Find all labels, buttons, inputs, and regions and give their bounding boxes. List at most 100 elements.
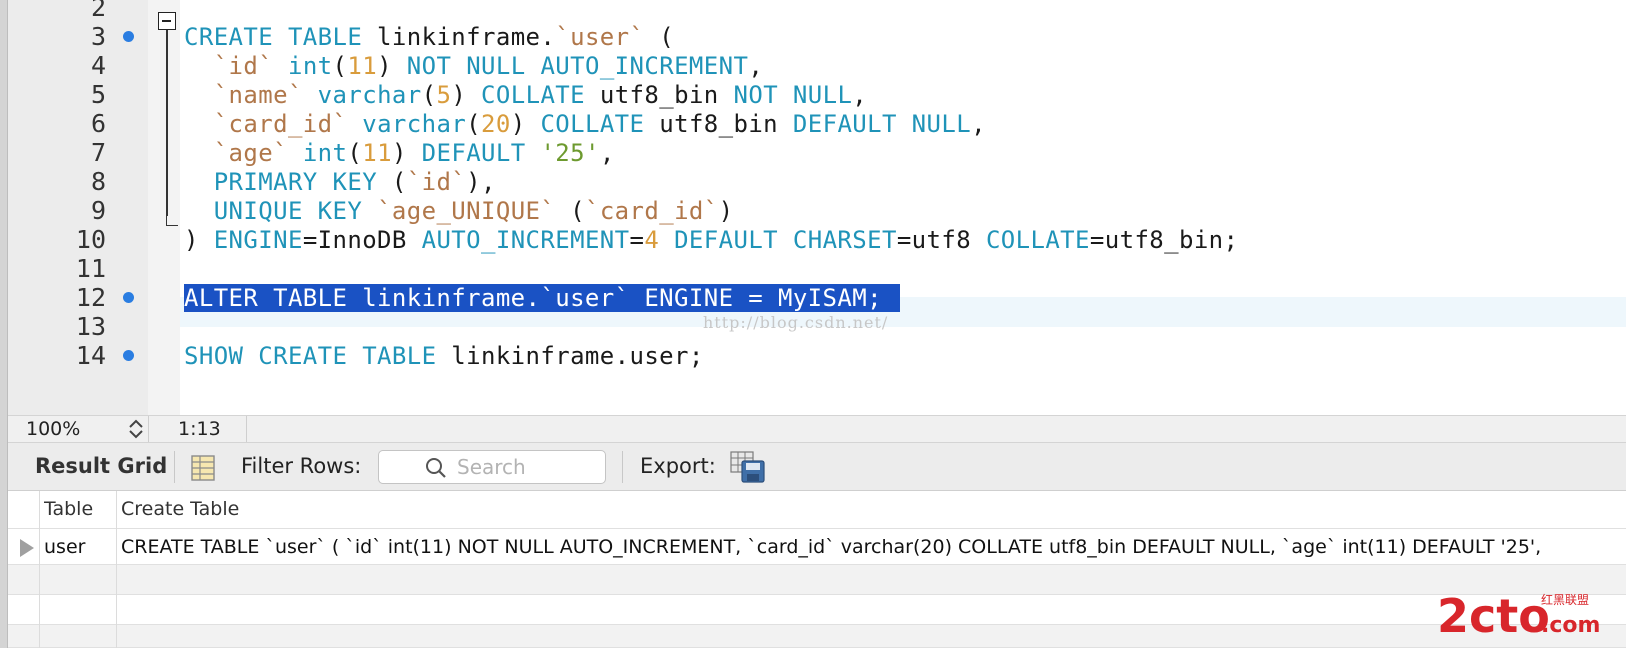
- line-number: 7: [90, 138, 106, 167]
- cell-create-table[interactable]: CREATE TABLE `user` ( `id` int(11) NOT N…: [121, 529, 1626, 565]
- sql-keyword: DEFAULT CHARSET: [674, 226, 897, 254]
- code-line[interactable]: 10) ENGINE=InnoDB AUTO_INCREMENT=4 DEFAU…: [8, 225, 1626, 255]
- code-token: linkinframe.user;: [436, 342, 704, 370]
- code-token: ),: [466, 168, 496, 196]
- line-number: 13: [75, 312, 106, 341]
- code-token: `user`: [555, 23, 645, 51]
- code-line[interactable]: 5 `name` varchar(5) COLLATE utf8_bin NOT…: [8, 80, 1626, 110]
- code-token: (: [644, 23, 675, 51]
- grid-layout-icon[interactable]: [191, 455, 215, 481]
- line-number: 8: [90, 167, 106, 196]
- breakpoint-marker-icon[interactable]: [123, 350, 134, 361]
- code-token: ,: [852, 81, 868, 109]
- result-toolbar: Result Grid Filter Rows: Export:: [8, 443, 1626, 491]
- code-text: CREATE TABLE linkinframe.`user` (: [184, 22, 674, 52]
- code-line[interactable]: 3 CREATE TABLE linkinframe.`user` (: [8, 22, 1626, 52]
- cell-table-name[interactable]: user: [44, 529, 116, 565]
- sql-editor[interactable]: 2 3 CREATE TABLE linkinframe.`user` (4 `id…: [8, 0, 1626, 415]
- toolbar-divider: [622, 451, 623, 483]
- site-logo: 2cto 红黑联盟 .com: [1437, 582, 1626, 643]
- fold-range-end: [166, 216, 178, 226]
- filter-search-input[interactable]: [457, 454, 597, 480]
- code-line[interactable]: 8 PRIMARY KEY (`id`),: [8, 167, 1626, 197]
- code-text: ) ENGINE=InnoDB AUTO_INCREMENT=4 DEFAULT…: [184, 225, 1238, 255]
- code-token: (: [347, 139, 363, 167]
- code-token: ,: [748, 52, 764, 80]
- code-token: (: [377, 168, 407, 196]
- sql-keyword: NOT NULL: [733, 81, 853, 109]
- logo-suffix: .com: [1541, 613, 1600, 638]
- code-token: linkinframe.: [362, 23, 556, 51]
- code-line[interactable]: 4 `id` int(11) NOT NULL AUTO_INCREMENT,: [8, 51, 1626, 81]
- sql-keyword: CREATE TABLE: [184, 23, 363, 51]
- fold-collapse-icon[interactable]: [158, 12, 176, 30]
- result-grid-tab[interactable]: Result Grid: [35, 454, 167, 478]
- code-token: `name`: [213, 81, 303, 109]
- status-divider: [246, 416, 247, 442]
- code-token: =InnoDB: [302, 226, 422, 254]
- code-token: ,: [971, 110, 986, 138]
- code-token: 11: [347, 52, 378, 80]
- code-token: (: [421, 81, 437, 109]
- logo-mark: 2cto: [1437, 589, 1550, 642]
- code-text: `age` int(11) DEFAULT '25',: [184, 138, 615, 168]
- zoom-level: 100%: [26, 418, 81, 440]
- code-line[interactable]: 2: [8, 0, 1626, 23]
- breakpoint-marker-icon[interactable]: [123, 31, 134, 42]
- code-line[interactable]: 7 `age` int(11) DEFAULT '25',: [8, 138, 1626, 168]
- sql-keyword: varchar: [362, 110, 467, 138]
- code-text: `name` varchar(5) COLLATE utf8_bin NOT N…: [184, 80, 867, 110]
- code-text: PRIMARY KEY (`id`),: [184, 167, 496, 197]
- filter-search-box[interactable]: [378, 450, 606, 484]
- export-label: Export:: [640, 454, 716, 478]
- code-token: 20: [481, 110, 511, 138]
- line-number: 11: [75, 254, 106, 283]
- code-token: 5: [436, 81, 452, 109]
- code-line[interactable]: 11: [8, 254, 1626, 284]
- breakpoint-marker-icon[interactable]: [123, 292, 134, 303]
- sql-keyword: COLLATE: [481, 81, 585, 109]
- code-token: utf8_bin: [585, 81, 734, 109]
- result-grid[interactable]: Table Create Table user CREATE TABLE `us…: [8, 491, 1626, 648]
- code-token: `id`: [406, 168, 467, 196]
- cursor-position: 1:13: [178, 418, 221, 440]
- code-token: ): [184, 226, 214, 254]
- code-token: `id`: [213, 52, 274, 80]
- column-divider: [116, 491, 117, 648]
- status-divider: [148, 416, 149, 442]
- code-text: ALTER TABLE linkinframe.`user` ENGINE = …: [184, 283, 900, 313]
- code-token: =utf8: [896, 226, 986, 254]
- code-token: (: [555, 197, 585, 225]
- sql-keyword: DEFAULT: [421, 139, 526, 167]
- zoom-stepper-icon[interactable]: [126, 417, 146, 441]
- line-number: 4: [90, 51, 106, 80]
- sql-keyword: AUTO_INCREMENT: [421, 226, 630, 254]
- sql-keyword: NOT NULL AUTO_INCREMENT: [406, 52, 749, 80]
- code-line[interactable]: 12 ALTER TABLE linkinframe.`user` ENGINE …: [8, 283, 1626, 313]
- code-line[interactable]: 6 `card_id` varchar(20) COLLATE utf8_bin…: [8, 109, 1626, 139]
- code-token: 4: [644, 226, 660, 254]
- grid-header-row: Table Create Table: [8, 491, 1626, 529]
- line-number: 9: [90, 196, 106, 225]
- window-left-edge: [0, 0, 8, 648]
- current-row-indicator-icon: [20, 539, 34, 557]
- code-line[interactable]: 14 SHOW CREATE TABLE linkinframe.user;: [8, 341, 1626, 371]
- table-row[interactable]: user CREATE TABLE `user` ( `id` int(11) …: [8, 529, 1626, 565]
- column-header-create-table[interactable]: Create Table: [121, 491, 521, 527]
- logo-tagline: 红黑联盟: [1541, 592, 1589, 607]
- line-number: 6: [90, 109, 106, 138]
- code-line[interactable]: 9 UNIQUE KEY `age_UNIQUE` (`card_id`): [8, 196, 1626, 226]
- code-text: `card_id` varchar(20) COLLATE utf8_bin D…: [184, 109, 986, 139]
- sql-keyword: PRIMARY KEY: [213, 168, 378, 196]
- export-save-icon[interactable]: [730, 451, 766, 483]
- sql-keyword: int: [302, 139, 348, 167]
- code-token: `age_UNIQUE`: [377, 197, 556, 225]
- column-header-table[interactable]: Table: [44, 491, 114, 527]
- fold-range-line: [166, 30, 168, 216]
- code-token: ): [510, 110, 541, 138]
